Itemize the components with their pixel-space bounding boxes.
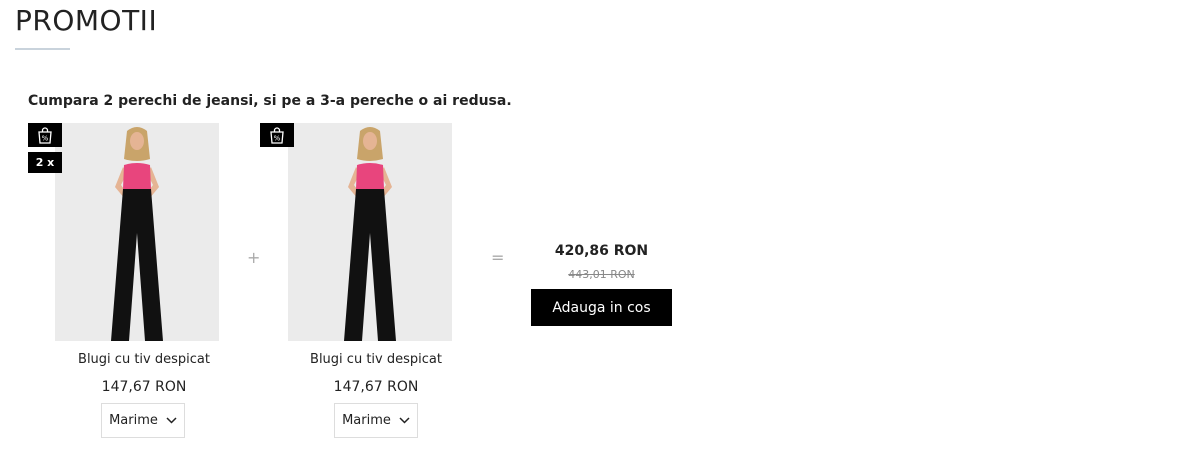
title-underline [15,48,70,50]
product-image[interactable] [288,123,452,341]
discount-bag-icon: % [28,123,62,147]
discount-bag-icon: % [260,123,294,147]
product-image[interactable] [55,123,219,341]
product-price: 147,67 RON [101,379,187,395]
promo-description: Cumpara 2 perechi de jeansi, si pe a 3-a… [28,93,512,109]
product-photo [288,123,452,341]
plus-operator: + [247,248,261,267]
product-photo [55,123,219,341]
product-name[interactable]: Blugi cu tiv despicat [260,352,492,367]
equals-operator: = [491,248,505,267]
add-to-cart-button[interactable]: Adauga in cos [531,289,672,326]
svg-text:%: % [274,135,281,143]
bundle-old-price: 443,01 RON [568,268,635,281]
chevron-down-icon [399,417,410,424]
size-select[interactable]: Marime [334,403,418,438]
size-select-label: Marime [342,413,391,428]
chevron-down-icon [166,417,177,424]
page-title: PROMOTII [15,4,158,37]
size-select[interactable]: Marime [101,403,185,438]
product-price: 147,67 RON [333,379,419,395]
quantity-badge: 2 x [28,152,62,173]
svg-text:%: % [42,135,49,143]
size-select-label: Marime [109,413,158,428]
promotions-page: PROMOTII Cumpara 2 perechi de jeansi, si… [0,0,1200,453]
bundle-total-price: 420,86 RON [554,243,649,259]
product-name[interactable]: Blugi cu tiv despicat [28,352,260,367]
